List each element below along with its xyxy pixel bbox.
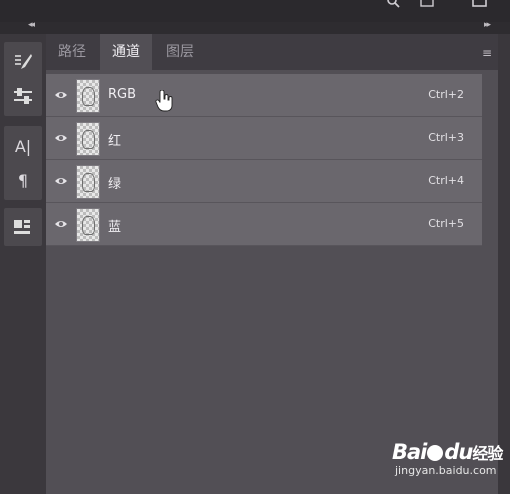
channel-thumbnail [76, 122, 100, 156]
channel-name: RGB [108, 87, 137, 102]
channel-thumbnail [76, 79, 100, 113]
channel-name: 红 [108, 134, 122, 149]
paw-icon [427, 445, 444, 461]
channel-name: 蓝 [108, 220, 122, 235]
watermark-url: jingyan.baidu.com [395, 464, 497, 477]
channel-name: 绿 [108, 177, 122, 192]
channels-panel: 路径 通道 图层 ≡ RGB Ctrl+2 红 Ctrl+3 绿 Ctrl+4 … [46, 34, 498, 494]
tool-group-3 [4, 208, 42, 246]
baidu-jingyan-watermark: Bai du经验 jingyan.baidu.com [392, 440, 503, 477]
channel-thumbnail [76, 165, 100, 199]
paragraph-icon[interactable]: ¶ [4, 164, 42, 196]
panel-menu-icon[interactable]: ≡ [482, 46, 492, 60]
channel-row-green[interactable]: 绿 Ctrl+4 [46, 160, 482, 203]
channel-row-rgb[interactable]: RGB Ctrl+2 [46, 74, 482, 117]
window-icon[interactable] [472, 0, 488, 12]
document-icon[interactable] [420, 0, 436, 12]
hand-cursor-icon [155, 90, 173, 112]
eye-icon[interactable] [54, 131, 68, 145]
tool-group-1 [4, 42, 42, 116]
top-bar [0, 0, 510, 22]
adjustments-icon[interactable] [4, 80, 42, 112]
tool-group-2: A| ¶ [4, 126, 42, 200]
channel-shortcut: Ctrl+5 [428, 217, 464, 230]
tab-paths[interactable]: 路径 [46, 34, 98, 70]
collapse-left-button[interactable]: ◂◂ [28, 20, 35, 30]
tab-channels[interactable]: 通道 [100, 34, 152, 70]
eye-icon[interactable] [54, 217, 68, 231]
panel-tabs: 路径 通道 图层 ≡ [46, 34, 498, 70]
eye-icon[interactable] [54, 88, 68, 102]
channel-shortcut: Ctrl+4 [428, 174, 464, 187]
channel-shortcut: Ctrl+3 [428, 131, 464, 144]
tab-layers[interactable]: 图层 [154, 34, 206, 70]
panel-collapse-bar: ◂◂ ▸▸ [0, 20, 510, 34]
channel-row-blue[interactable]: 蓝 Ctrl+5 [46, 203, 482, 246]
channel-thumbnail [76, 208, 100, 242]
channel-row-red[interactable]: 红 Ctrl+3 [46, 117, 482, 160]
brush-settings-icon[interactable] [4, 46, 42, 78]
properties-icon[interactable] [4, 211, 42, 243]
right-edge-divider [498, 34, 510, 494]
channel-shortcut: Ctrl+2 [428, 88, 464, 101]
search-icon[interactable] [386, 0, 400, 12]
eye-icon[interactable] [54, 174, 68, 188]
baidu-logo: Bai du经验 [392, 440, 503, 464]
character-icon[interactable]: A| [4, 130, 42, 162]
panel-dock-toolbar: A| ¶ [0, 34, 44, 494]
collapse-right-button[interactable]: ▸▸ [484, 20, 491, 30]
